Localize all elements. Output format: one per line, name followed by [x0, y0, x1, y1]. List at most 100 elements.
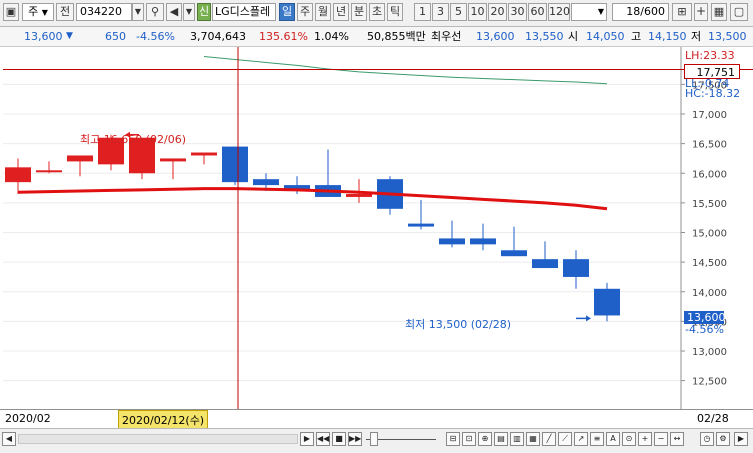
candle-body [470, 238, 496, 245]
high-label: 고 [631, 30, 642, 43]
stop-icon[interactable]: ■ [332, 432, 346, 446]
expand-icon[interactable]: ↔ [670, 432, 684, 446]
low-price: 13,500 [708, 30, 747, 43]
y-tick-label: 17,000 [692, 110, 727, 121]
trend-tool-icon[interactable]: ⟋ [558, 432, 572, 446]
candle-body [563, 259, 589, 277]
period-tab[interactable]: 분 [351, 3, 367, 21]
y-tick-label: 16,500 [692, 140, 727, 151]
fibo-tool-icon[interactable]: ≡ [590, 432, 604, 446]
zoom-slider-handle[interactable] [370, 432, 378, 446]
interval-tab[interactable]: 3 [432, 3, 449, 21]
quote-bar: 13,600 ▼ 650 -4.56% 3,704,643 135.61% 1.… [0, 27, 753, 47]
zoom-in-icon[interactable]: + [638, 432, 652, 446]
stock-name-label: LG디스플레 [212, 3, 276, 21]
add-icon[interactable]: + [694, 3, 708, 21]
candle-body [408, 223, 434, 227]
period-tab[interactable]: 일 [279, 3, 295, 21]
high-annotation: 최고 16,650 (02/06) [80, 133, 187, 146]
interval-tab[interactable]: 5 [450, 3, 467, 21]
interval-select[interactable]: ▼ [571, 3, 607, 21]
interval-tab[interactable]: 1 [414, 3, 431, 21]
line-tool-icon[interactable]: ╱ [542, 432, 556, 446]
candle-body [5, 167, 31, 183]
cursor-price-label: 17,751 [684, 64, 740, 79]
tool-icon-6[interactable]: ▦ [526, 432, 540, 446]
tool-icon-2[interactable]: ⊡ [462, 432, 476, 446]
tool-icon-4[interactable]: ▤ [494, 432, 508, 446]
search-icon[interactable]: ⚲ [146, 3, 164, 21]
period-tab[interactable]: 틱 [387, 3, 403, 21]
clock-icon[interactable]: ◷ [700, 432, 714, 446]
zoom-icon[interactable]: ⊙ [622, 432, 636, 446]
new-badge: 신 [197, 3, 211, 21]
grid-tools-icon[interactable]: ⊞ [672, 3, 692, 21]
navigation-bar: ◀ ▶ ◀◀ ■ ▶▶ ⊟ ⊡ ⊕ ▤ ▥ ▦ ╱ ⟋ ↗ ≡ A ⊙ + − … [0, 428, 753, 453]
save-icon[interactable]: ▦ [711, 3, 727, 21]
turnover-rate: 1.04% [314, 30, 349, 43]
y-tick-label: 14,000 [692, 288, 727, 299]
cursor-date-label: 2020/02/12(수) [118, 410, 209, 430]
candle-body [160, 158, 186, 162]
toolbar: ▣ 주 ▼ 전 034220 ▼ ⚲ ◀ ▼ 신 LG디스플레 일주월년분초틱 … [0, 0, 753, 27]
lh-indicator: LH:23.33 [685, 49, 735, 62]
current-price: 13,600 [24, 30, 63, 43]
scroll-left-icon[interactable]: ◀ [2, 432, 16, 446]
date-axis-start: 2020/02 [5, 412, 51, 425]
interval-tab[interactable]: 60 [528, 3, 547, 21]
best-quote-label: 최우선 [431, 30, 462, 43]
trade-amount: 50,855백만 [367, 30, 426, 43]
y-tick-label: 14,500 [692, 258, 727, 269]
play-icon[interactable]: ▶ [300, 432, 314, 446]
date-axis [0, 409, 753, 428]
market-select-label: 주 [28, 5, 39, 18]
y-tick-label: 16,000 [692, 169, 727, 180]
y-tick-label: 15,500 [692, 199, 727, 210]
candlestick-chart[interactable]: 17,50017,00016,50016,00015,50015,00014,5… [0, 47, 753, 409]
settings-icon[interactable]: ⚙ [716, 432, 730, 446]
candle-body [253, 179, 279, 186]
high-price: 14,150 [648, 30, 687, 43]
period-tab[interactable]: 월 [315, 3, 331, 21]
interval-tab[interactable]: 30 [508, 3, 527, 21]
stock-code-dropdown-icon[interactable]: ▼ [132, 3, 144, 21]
interval-tab[interactable]: 10 [468, 3, 487, 21]
interval-tab[interactable]: 20 [488, 3, 507, 21]
y-tick-label: 13,000 [692, 347, 727, 358]
period-tab[interactable]: 년 [333, 3, 349, 21]
period-tab[interactable]: 주 [297, 3, 313, 21]
interval-tab[interactable]: 120 [548, 3, 570, 21]
current-change-label: -4.56% [685, 323, 724, 336]
tool-icon-3[interactable]: ⊕ [478, 432, 492, 446]
forward-icon[interactable]: ▶▶ [348, 432, 362, 446]
page-counter: 18/600 [612, 3, 669, 21]
candle-body [36, 170, 62, 173]
scroll-right-icon[interactable]: ▶ [734, 432, 748, 446]
text-tool-icon[interactable]: A [606, 432, 620, 446]
open-price: 14,050 [586, 30, 625, 43]
price-change: 650 [105, 30, 126, 43]
window-icon[interactable]: ▢ [730, 3, 748, 21]
best-ask: 13,600 [476, 30, 515, 43]
zoom-out-icon[interactable]: − [654, 432, 668, 446]
speaker-icon[interactable]: ◀ [166, 3, 182, 21]
open-label: 시 [568, 30, 579, 43]
period-tab[interactable]: 초 [369, 3, 385, 21]
speaker-dropdown-icon[interactable]: ▼ [183, 3, 195, 21]
hc-indicator: HC:-18.32 [685, 87, 741, 100]
volume-ratio: 135.61% [259, 30, 308, 43]
market-prefix[interactable]: 전 [56, 3, 74, 21]
candle-body [594, 288, 620, 316]
tool-icon-5[interactable]: ▥ [510, 432, 524, 446]
arrow-tool-icon[interactable]: ↗ [574, 432, 588, 446]
candle-body [67, 155, 93, 162]
y-tick-label: 15,000 [692, 229, 727, 240]
tool-icon-1[interactable]: ⊟ [446, 432, 460, 446]
chart-type-icon[interactable]: ▣ [3, 3, 19, 21]
market-select[interactable]: 주 ▼ [22, 3, 54, 21]
candle-body [532, 259, 558, 269]
down-arrow-icon: ▼ [66, 31, 73, 41]
horizontal-scrollbar[interactable] [18, 434, 298, 444]
stock-code-input[interactable]: 034220 [76, 3, 132, 21]
rewind-icon[interactable]: ◀◀ [316, 432, 330, 446]
